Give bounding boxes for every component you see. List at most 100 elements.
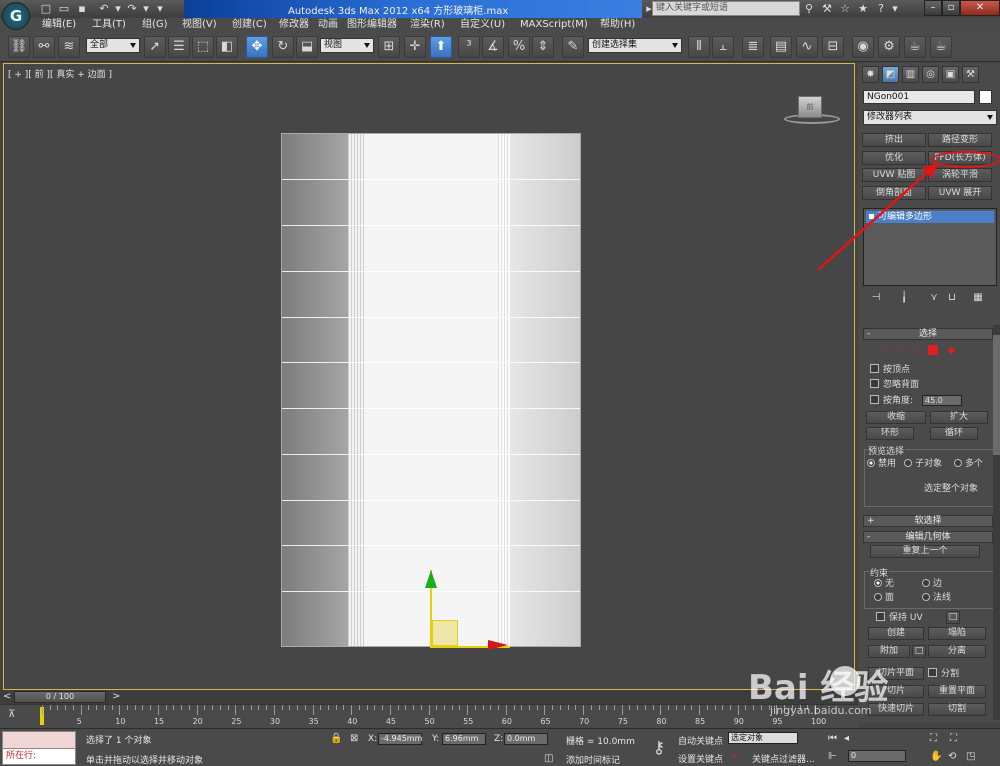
show-end-result-icon[interactable]: ╽ bbox=[896, 291, 912, 305]
window-crossing-icon[interactable]: ◧ bbox=[216, 36, 238, 58]
unwrap-uvw-modifier-button[interactable]: UVW 展开 bbox=[928, 186, 992, 200]
set-key-icon[interactable]: ⚷ bbox=[646, 735, 672, 761]
hierarchy-tab-icon[interactable]: ▥ bbox=[902, 66, 919, 83]
pin-stack-icon[interactable]: ⊣ bbox=[868, 291, 884, 305]
rendered-frame-window-icon[interactable]: ☕ bbox=[904, 36, 926, 58]
edit-named-selection-icon[interactable]: ✎ bbox=[562, 36, 584, 58]
angle-snap-icon[interactable]: ∡ bbox=[482, 36, 504, 58]
bevel-profile-modifier-button[interactable]: 倒角剖面 bbox=[862, 186, 926, 200]
menu-customize[interactable]: 自定义(U) bbox=[460, 18, 505, 32]
menu-graph-editors[interactable]: 图形编辑器 bbox=[347, 18, 397, 32]
ring-button[interactable]: 环形 bbox=[866, 427, 914, 440]
time-slider[interactable]: < 0 / 100 > bbox=[0, 690, 858, 704]
spinner-snap-icon[interactable]: ⇕ bbox=[532, 36, 554, 58]
select-and-link-icon[interactable]: ⛓ bbox=[8, 36, 30, 58]
reference-coordinate-select[interactable]: 视图 bbox=[320, 38, 374, 53]
absolute-mode-icon[interactable]: ⊠ bbox=[350, 733, 358, 744]
ignore-backfacing-checkbox[interactable]: 忽略背面 bbox=[870, 379, 919, 391]
gizmo-xy-plane-handle[interactable] bbox=[432, 620, 458, 646]
edge-subobject-icon[interactable]: ⟋ bbox=[896, 345, 907, 356]
new-file-icon[interactable]: □ bbox=[38, 1, 54, 16]
menu-tools[interactable]: 工具(T) bbox=[92, 18, 126, 32]
vertex-subobject-icon[interactable]: ⁖ bbox=[880, 345, 891, 356]
y-coordinate-field[interactable]: 6.96mm bbox=[442, 733, 486, 745]
menu-animation[interactable]: 动画 bbox=[318, 18, 338, 32]
snaps-toggle-icon[interactable]: ³ bbox=[458, 36, 480, 58]
search-binoculars-icon[interactable]: ⚲ bbox=[800, 1, 818, 16]
modify-tab-icon[interactable]: ◩ bbox=[882, 66, 899, 83]
loop-button[interactable]: 循环 bbox=[930, 427, 978, 440]
help-dropdown-icon[interactable]: ▾ bbox=[886, 1, 904, 16]
zoom-extents-all-icon[interactable]: ⛶ bbox=[950, 733, 957, 744]
gizmo-y-arrow-icon[interactable] bbox=[425, 570, 437, 588]
angle-threshold-field[interactable]: 45.0 bbox=[922, 395, 962, 406]
modifier-stack[interactable]: 可编辑多边形 bbox=[863, 208, 997, 286]
save-file-icon[interactable]: ▪ bbox=[74, 1, 90, 16]
z-coordinate-field[interactable]: 0.0mm bbox=[504, 733, 548, 745]
configure-modifier-sets-icon[interactable]: ▦ bbox=[970, 291, 986, 305]
menu-modifiers[interactable]: 修改器 bbox=[279, 18, 309, 32]
shrink-button[interactable]: 收缩 bbox=[866, 411, 926, 424]
help-search-input[interactable]: 键入关键字或短语 bbox=[652, 1, 800, 16]
select-and-scale-icon[interactable]: ⬓ bbox=[296, 36, 318, 58]
stack-item-editable-poly[interactable]: 可编辑多边形 bbox=[866, 211, 994, 223]
render-setup-icon[interactable]: ⚙ bbox=[878, 36, 900, 58]
orbit-icon[interactable]: ⟲ bbox=[948, 751, 956, 762]
constraint-normal-radio[interactable]: 法线 bbox=[922, 592, 951, 604]
key-selection-select[interactable]: 选定对象 bbox=[728, 732, 798, 744]
key-mode-icon[interactable]: ⊩ bbox=[828, 751, 837, 762]
material-editor-icon[interactable]: ◉ bbox=[852, 36, 874, 58]
reset-plane-button[interactable]: 重置平面 bbox=[928, 685, 986, 698]
selection-rollout-header[interactable]: - 选择 bbox=[863, 328, 993, 340]
grow-button[interactable]: 扩大 bbox=[930, 411, 988, 424]
soft-selection-rollout-header[interactable]: + 软选择 bbox=[863, 515, 993, 527]
preview-multi-radio[interactable]: 多个 bbox=[954, 458, 983, 470]
by-vertex-checkbox[interactable]: 按顶点 bbox=[870, 364, 910, 376]
attach-button[interactable]: 附加 bbox=[868, 645, 910, 658]
preview-disable-radio[interactable]: 禁用 bbox=[867, 458, 896, 470]
uvw-map-modifier-button[interactable]: UVW 贴图 bbox=[862, 168, 926, 182]
attach-settings-button[interactable]: □ bbox=[912, 645, 926, 658]
turbosmooth-modifier-button[interactable]: 涡轮平滑 bbox=[928, 168, 992, 182]
app-logo-icon[interactable]: G bbox=[2, 2, 30, 30]
render-production-icon[interactable]: ☕ bbox=[930, 36, 952, 58]
communication-center-icon[interactable]: ☆ bbox=[836, 1, 854, 16]
current-frame-field[interactable]: 0 bbox=[848, 750, 906, 762]
preview-subobject-radio[interactable]: 子对象 bbox=[904, 458, 942, 470]
unlink-icon[interactable]: ⚯ bbox=[33, 36, 55, 58]
rectangular-selection-icon[interactable]: ⬚ bbox=[192, 36, 214, 58]
go-to-start-icon[interactable]: ⏮ bbox=[828, 733, 837, 744]
subscription-icon[interactable]: ⚒ bbox=[818, 1, 836, 16]
repeat-last-button[interactable]: 重复上一个 bbox=[870, 545, 980, 558]
percent-snap-icon[interactable]: % bbox=[508, 36, 530, 58]
preserve-uv-settings-button[interactable]: □ bbox=[946, 611, 960, 624]
by-angle-checkbox[interactable]: 按角度: bbox=[870, 395, 913, 407]
menu-create[interactable]: 创建(C) bbox=[232, 18, 267, 32]
constraint-edge-radio[interactable]: 边 bbox=[922, 578, 942, 590]
gizmo-x-arrow-icon[interactable] bbox=[488, 640, 508, 650]
field-of-view-icon[interactable]: ✋ bbox=[930, 751, 942, 762]
set-key-button[interactable]: 设置关键点 bbox=[678, 752, 723, 765]
border-subobject-icon[interactable]: ◌ bbox=[912, 345, 923, 356]
select-manipulate-icon[interactable]: ✛ bbox=[404, 36, 426, 58]
maximize-viewport-icon[interactable]: ◳ bbox=[966, 751, 975, 762]
make-unique-icon[interactable]: ⋎ bbox=[926, 291, 942, 305]
display-tab-icon[interactable]: ▣ bbox=[942, 66, 959, 83]
collapse-button[interactable]: 塌陷 bbox=[928, 627, 986, 640]
select-and-move-icon[interactable]: ✥ bbox=[246, 36, 268, 58]
select-by-name-icon[interactable]: ☰ bbox=[168, 36, 190, 58]
viewcube[interactable]: 前 bbox=[798, 96, 822, 118]
keyboard-shortcut-override-icon[interactable]: ⬆ bbox=[430, 36, 452, 58]
maxscript-mini-line[interactable]: 所在行: bbox=[2, 748, 76, 765]
pivot-center-icon[interactable]: ⊞ bbox=[378, 36, 400, 58]
minimize-icon[interactable]: – bbox=[924, 0, 942, 16]
front-viewport[interactable]: [ + ][ 前 ][ 真实 + 边面 ] 前 z x bbox=[3, 63, 855, 735]
menu-edit[interactable]: 编辑(E) bbox=[42, 18, 76, 32]
split-checkbox[interactable]: 分割 bbox=[928, 668, 959, 680]
object-color-swatch[interactable] bbox=[979, 90, 992, 104]
open-file-icon[interactable]: ▭ bbox=[56, 1, 72, 16]
constraint-none-radio[interactable]: 无 bbox=[874, 578, 894, 590]
schematic-view-icon[interactable]: ⊟ bbox=[822, 36, 844, 58]
modifier-list-select[interactable]: 修改器列表 bbox=[863, 110, 997, 125]
curve-editor-icon[interactable]: ∿ bbox=[796, 36, 818, 58]
